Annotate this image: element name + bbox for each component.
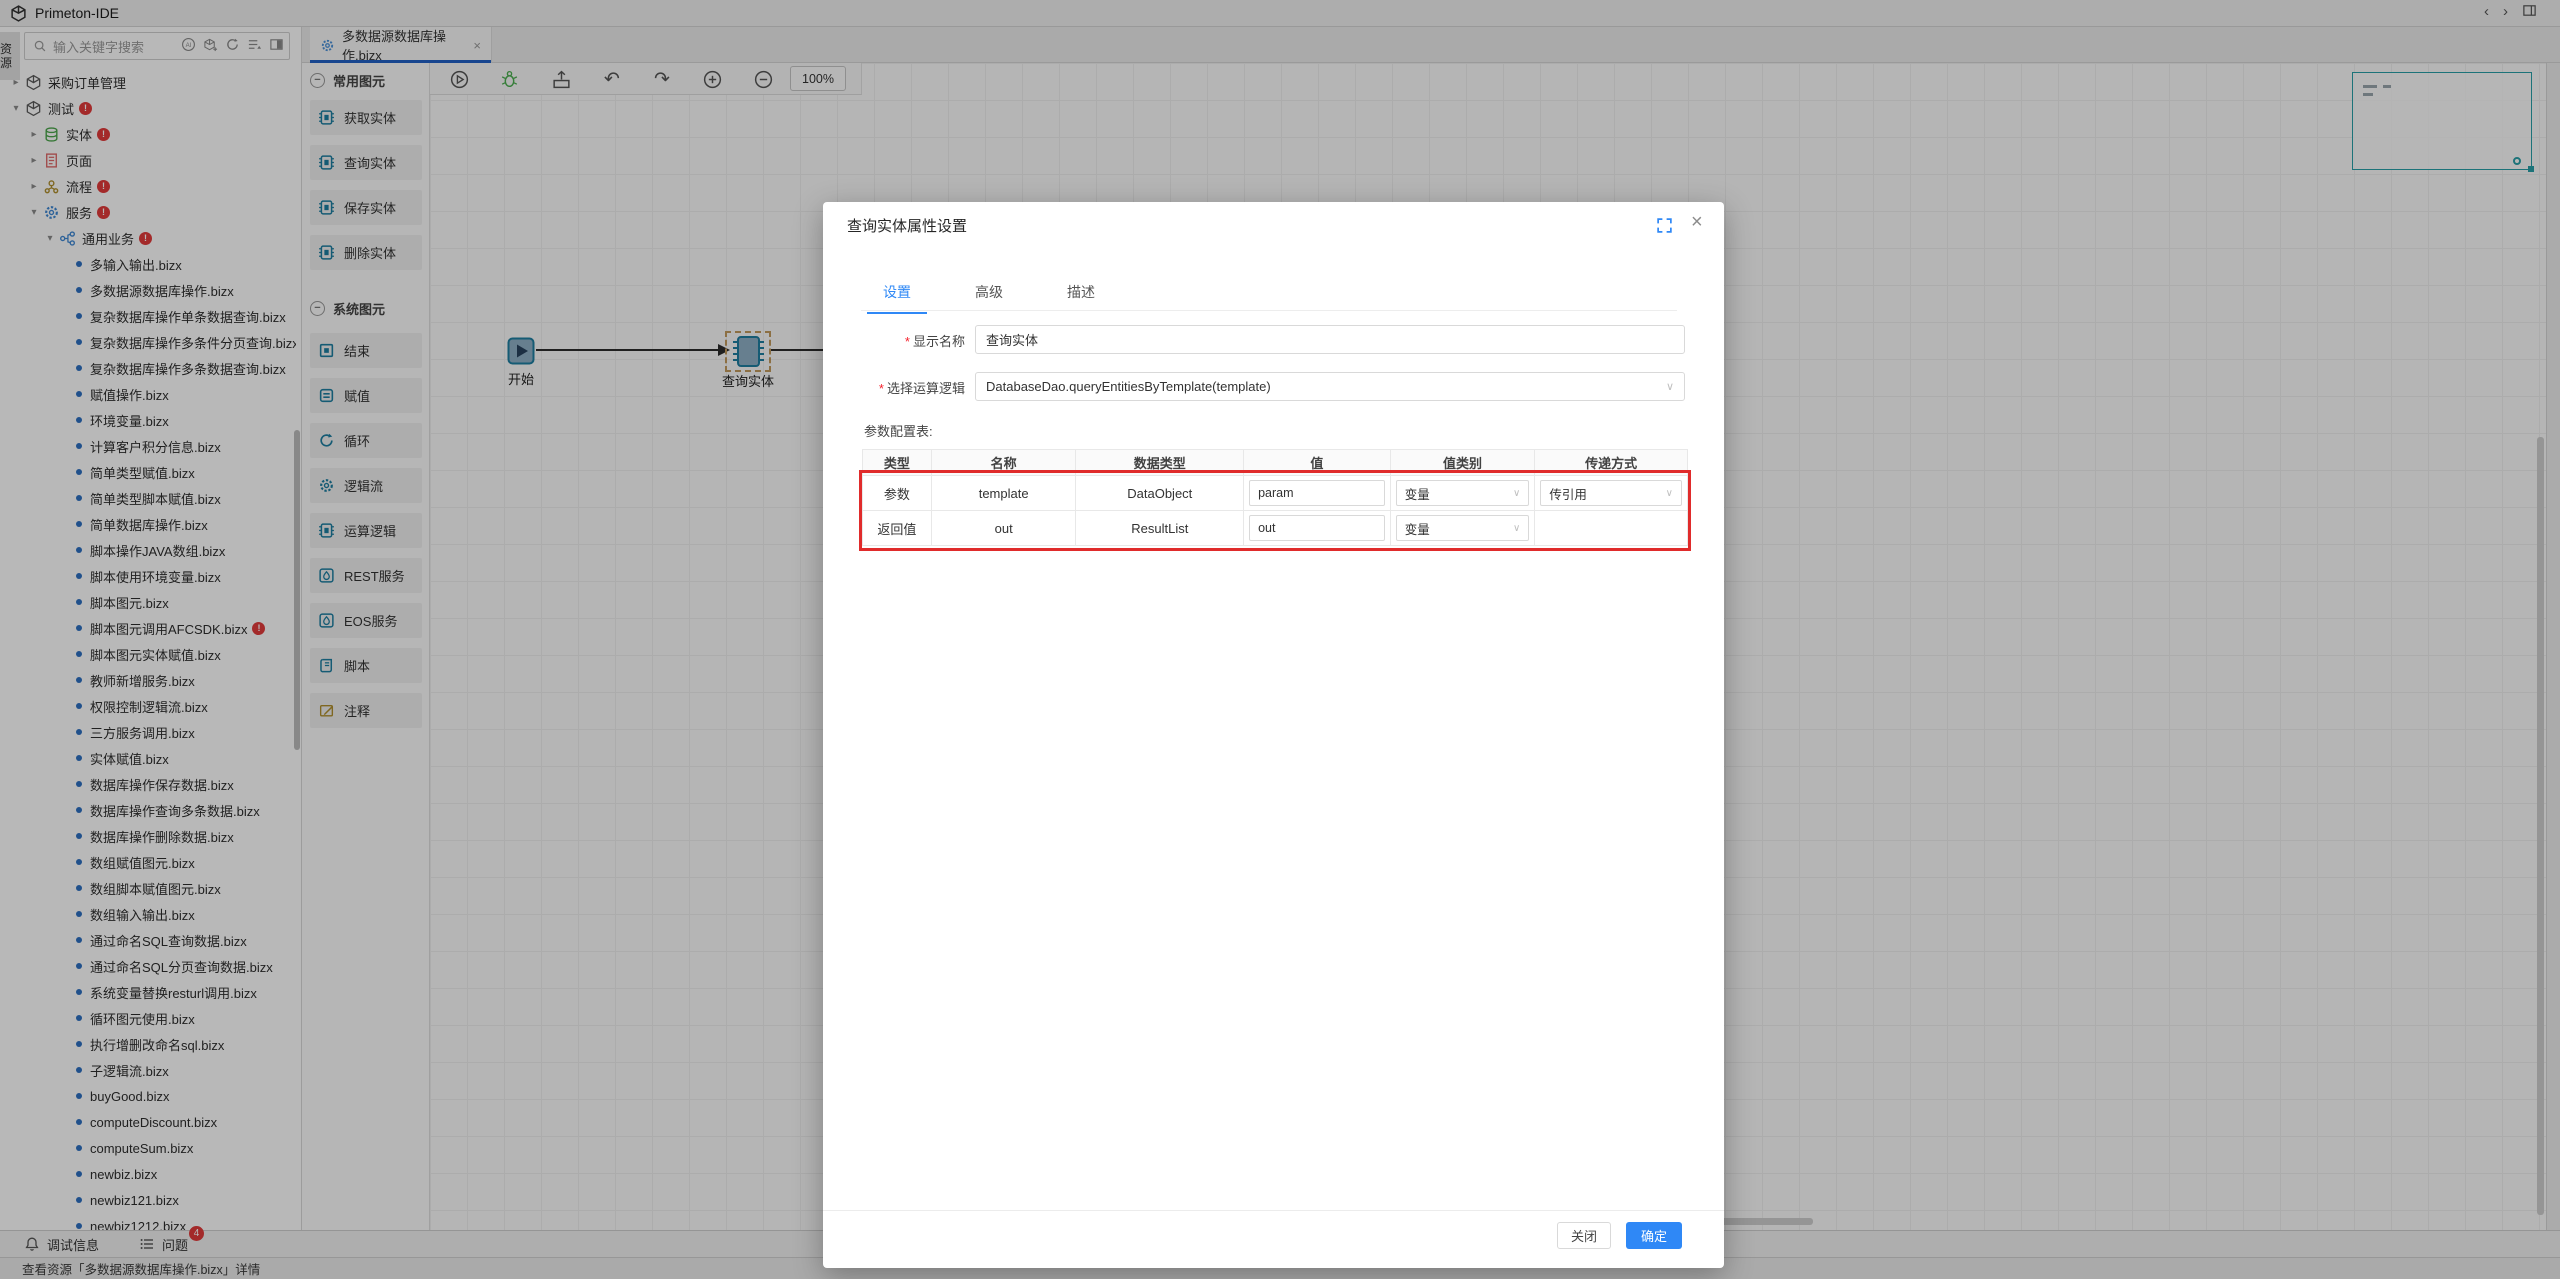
field-logic-select: * 选择运算逻辑 DatabaseDao.queryEntitiesByTempl… bbox=[823, 372, 1723, 401]
param-table: 类型 名称 数据类型值值类别 传递方式 参数 template DataObject … bbox=[862, 449, 1688, 546]
chevron-down-icon: ∨ bbox=[1513, 487, 1521, 499]
table-row: 返回值 out ResultList out 变量 ∨ bbox=[863, 511, 1687, 546]
table-header: 传递方式 bbox=[1585, 456, 1638, 471]
app-window: Primeton-IDE ‹ › 资源 输入关键字搜索 AI ▸ 采购订单管理 … bbox=[0, 0, 2560, 1279]
param-table-label: 参数配置表: bbox=[864, 424, 933, 439]
table-header: 数据类型 bbox=[1076, 450, 1245, 475]
table-header-row: 类型 名称 数据类型值值类别 传递方式 bbox=[863, 450, 1687, 476]
fullscreen-icon[interactable] bbox=[1656, 217, 1673, 234]
logic-select[interactable]: DatabaseDao.queryEntitiesByTemplate(temp… bbox=[975, 372, 1685, 401]
chevron-down-icon: ∨ bbox=[1665, 487, 1673, 499]
display-name-input[interactable]: 查询实体 bbox=[975, 325, 1685, 354]
table-header: 值类别 bbox=[1391, 450, 1536, 475]
dialog-title: 查询实体属性设置 bbox=[847, 218, 968, 235]
property-dialog: 查询实体属性设置 × 设置 高级 描述 * 显示名称 查询实体 * 选择运算逻辑 Dat… bbox=[823, 202, 1724, 1268]
value-kind-select[interactable]: 变量 ∨ bbox=[1395, 480, 1530, 506]
table-row: 参数 template DataObject param 变量 ∨ 传引用 ∨ bbox=[863, 476, 1687, 511]
close-icon[interactable]: × bbox=[1691, 211, 1703, 234]
pass-mode-select[interactable]: 传引用 ∨ bbox=[1540, 480, 1682, 506]
value-kind-select[interactable]: 变量 ∨ bbox=[1395, 515, 1530, 541]
field-display-name: * 显示名称 查询实体 bbox=[823, 325, 1723, 354]
table-header: 名称 bbox=[932, 450, 1077, 475]
chevron-down-icon: ∨ bbox=[1665, 381, 1674, 393]
table-header: 值 bbox=[1244, 450, 1391, 475]
value-input[interactable]: param bbox=[1249, 480, 1385, 506]
chevron-down-icon: ∨ bbox=[1513, 522, 1521, 534]
close-button[interactable]: 关闭 bbox=[1557, 1222, 1611, 1249]
ok-button[interactable]: 确定 bbox=[1626, 1222, 1682, 1249]
value-input[interactable]: out bbox=[1249, 515, 1385, 541]
table-header: 类型 bbox=[863, 450, 932, 475]
